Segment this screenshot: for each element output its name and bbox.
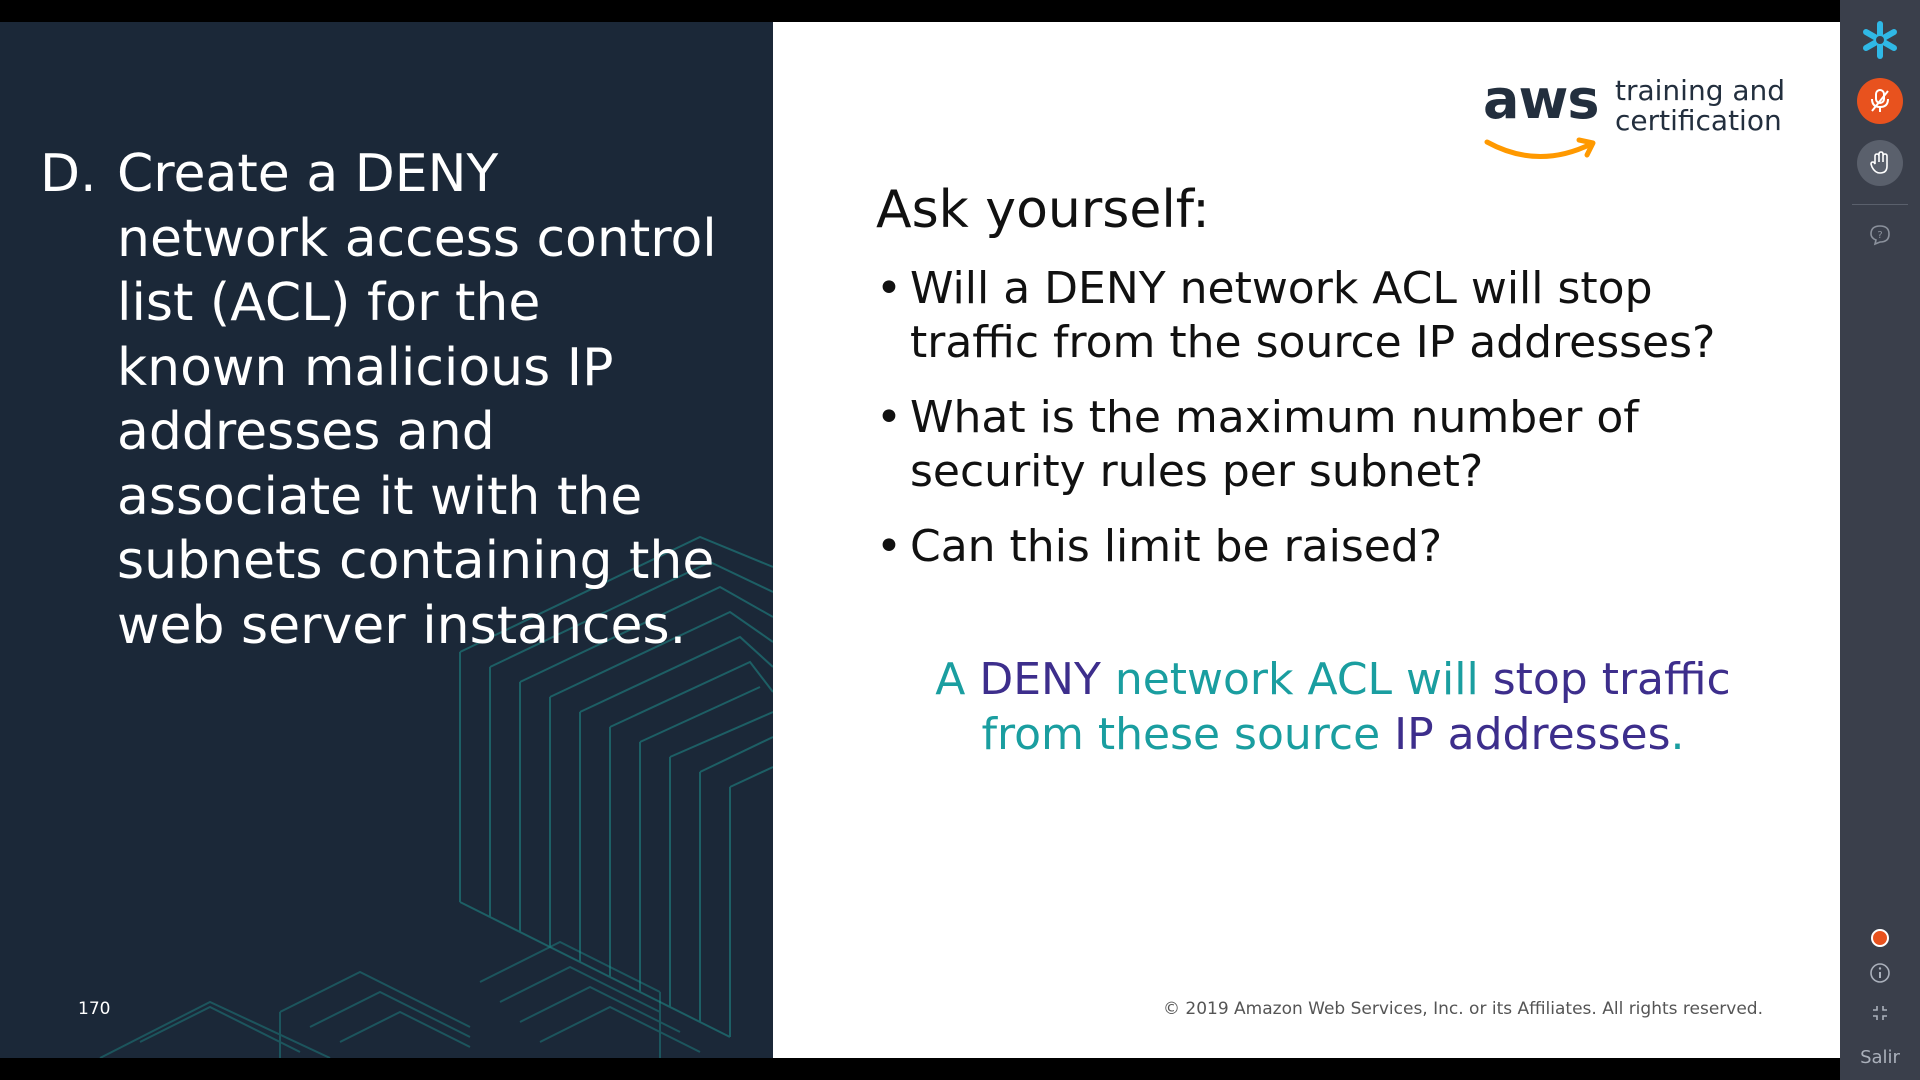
exit-label: Salir: [1860, 1046, 1900, 1068]
answer-text-segment: IP addresses: [1394, 709, 1671, 760]
slide-right-panel: aws training and certification Ask yours…: [773, 22, 1840, 1058]
raise-hand-button[interactable]: [1840, 140, 1920, 186]
answer-text-segment: from these source: [981, 709, 1395, 760]
answer-text-segment: DENY: [979, 654, 1101, 705]
aws-training-logo: aws training and certification: [1483, 70, 1803, 170]
answer-text-segment: network ACL will: [1100, 654, 1493, 705]
exit-button[interactable]: Salir: [1840, 1044, 1920, 1070]
question-list: Will a DENY network ACL will stop traffi…: [876, 262, 1776, 595]
aws-smile-icon: [1484, 137, 1596, 159]
answer-text-segment: A: [935, 654, 980, 705]
logo-tagline-line2: certification: [1615, 104, 1782, 137]
microphone-icon: [1857, 78, 1903, 124]
logo-tagline: training and certification: [1615, 76, 1785, 136]
answer-option-letter: D.: [40, 144, 97, 204]
fullscreen-icon[interactable]: [1840, 1000, 1920, 1026]
help-icon[interactable]: ?: [1840, 222, 1920, 248]
info-icon[interactable]: [1840, 960, 1920, 986]
record-icon[interactable]: [1840, 926, 1920, 950]
question-item: What is the maximum number of security r…: [876, 391, 1776, 499]
sidebar-divider: [1852, 204, 1908, 205]
meeting-sidebar: ? Salir: [1840, 0, 1920, 1080]
svg-text:?: ?: [1877, 230, 1882, 241]
question-item: Will a DENY network ACL will stop traffi…: [876, 262, 1776, 370]
microphone-button[interactable]: [1840, 78, 1920, 124]
answer-text-segment: .: [1670, 709, 1685, 760]
slide-number: 170: [78, 999, 111, 1019]
answer-option-text: Create a DENY network access control lis…: [117, 144, 717, 656]
answer-statement: A DENY network ACL will stop traffic fro…: [883, 652, 1783, 762]
aws-wordmark: aws: [1483, 68, 1599, 131]
asterisk-logo-icon[interactable]: [1840, 20, 1920, 60]
question-item: Can this limit be raised?: [876, 520, 1776, 574]
ask-yourself-heading: Ask yourself:: [876, 180, 1210, 240]
presentation-slide: D. Create a DENY network access control …: [0, 22, 1840, 1058]
slide-left-panel: D. Create a DENY network access control …: [0, 22, 773, 1058]
answer-text-segment: stop traffic: [1492, 654, 1731, 705]
logo-tagline-line1: training and: [1615, 74, 1786, 107]
copyright-notice: © 2019 Amazon Web Services, Inc. or its …: [1162, 999, 1763, 1019]
raise-hand-icon: [1857, 140, 1903, 186]
